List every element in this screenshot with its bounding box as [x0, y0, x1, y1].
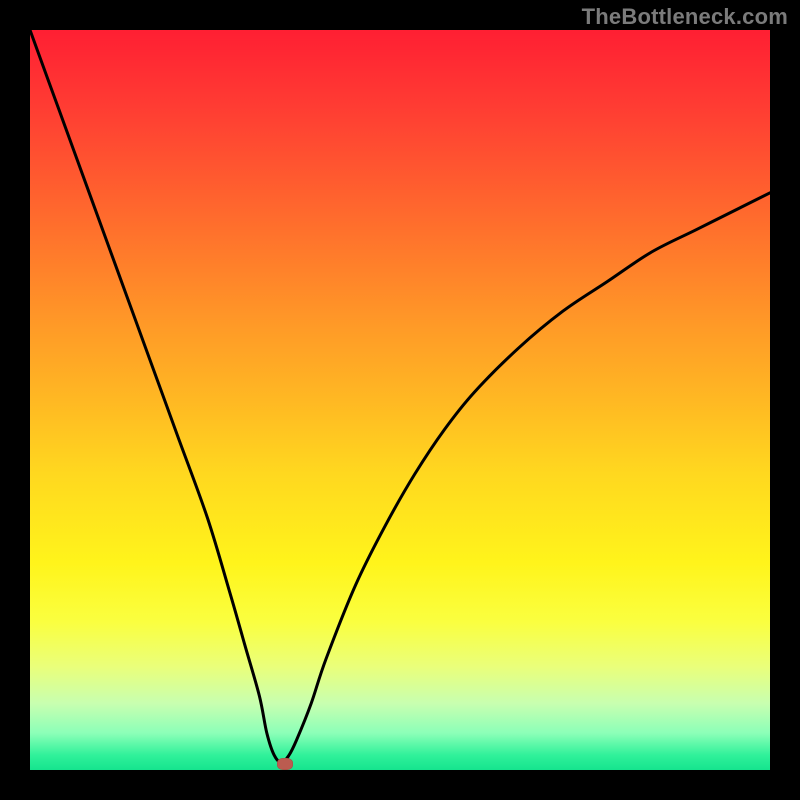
chart-frame: TheBottleneck.com [0, 0, 800, 800]
curve-svg [30, 30, 770, 770]
bottleneck-curve-path [30, 30, 770, 763]
plot-area [30, 30, 770, 770]
watermark-text: TheBottleneck.com [582, 4, 788, 30]
minimum-marker [277, 758, 293, 770]
